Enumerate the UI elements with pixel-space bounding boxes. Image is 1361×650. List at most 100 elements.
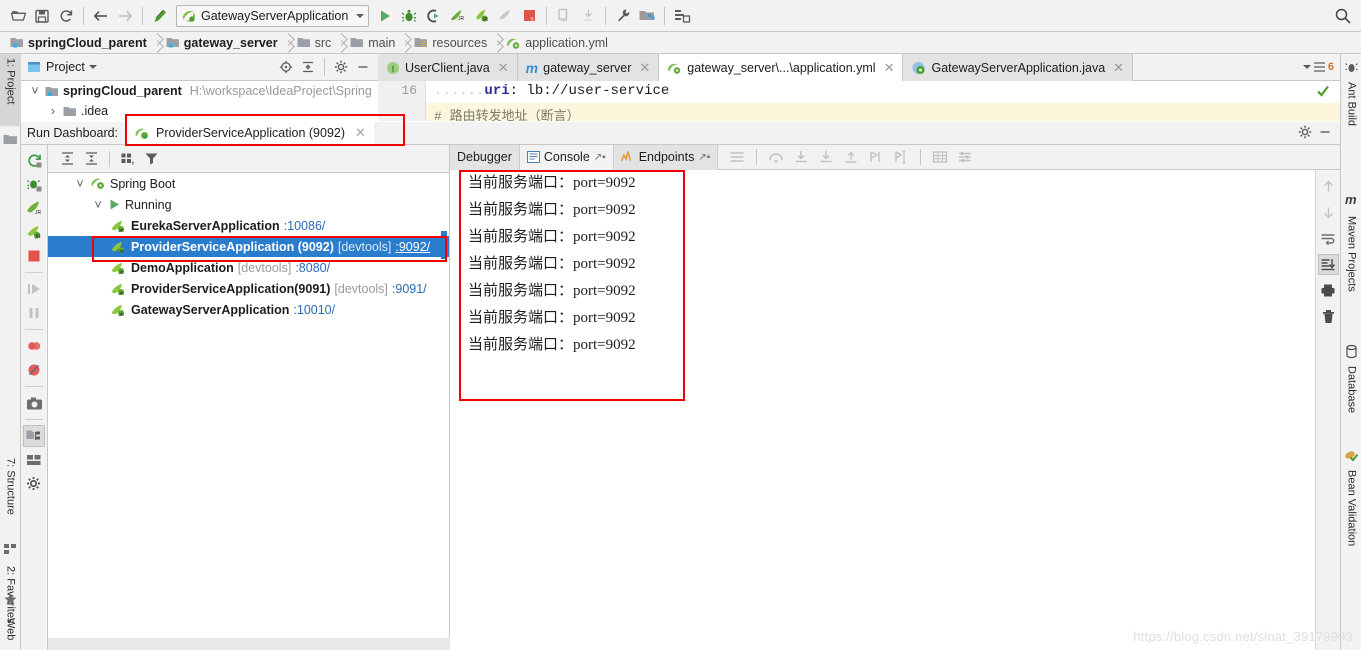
mute-breakpoints-icon[interactable] [23,335,45,357]
force-step-into-icon[interactable] [815,146,837,168]
tree-row-providerserviceapplication-9091[interactable]: JR ProviderServiceApplication(9091) [dev… [48,278,449,299]
run-configuration-selector[interactable]: GatewayServerApplication [176,4,370,27]
breadcrumb-item-src[interactable]: src [293,32,338,54]
step-into-icon[interactable] [790,146,812,168]
search-icon[interactable] [1331,4,1355,28]
detach-arrow-icon[interactable]: ↗▪ [594,152,606,163]
collapse-all-icon[interactable] [297,56,319,78]
sidebar-item-maven-projects[interactable]: Maven Projects [1341,212,1361,312]
debug-junit-icon[interactable]: JR [469,4,493,28]
breadcrumb-item-main[interactable]: main [346,32,401,54]
tab-debugger[interactable]: Debugger [450,144,520,170]
gear-icon[interactable] [1298,125,1312,142]
run-tree-scrollbar[interactable] [441,173,448,650]
tree-row-providerserviceapplication-9092[interactable]: JR ProviderServiceApplication (9092) [de… [48,236,449,257]
breadcrumb-item-gateway-server[interactable]: gateway_server [162,32,284,54]
stop-red-icon[interactable]: s [517,4,541,28]
tree-row-gatewayserverapplication[interactable]: JR GatewayServerApplication :10010/ [48,299,449,320]
close-icon[interactable]: ✕ [355,125,366,141]
run-with-coverage-icon[interactable] [421,4,445,28]
tree-row-eurekaserverapplication[interactable]: JR EurekaServerApplication :10086/ [48,215,449,236]
tree-row-demoapplication[interactable]: JR DemoApplication [devtools] :8080/ [48,257,449,278]
editor-tab-application-yml[interactable]: gateway_server\...\application.yml ✕ [659,54,904,81]
close-icon[interactable]: ✕ [639,60,650,76]
settings-wrench-icon[interactable] [611,4,635,28]
step-over-icon[interactable] [765,146,787,168]
layout-icon[interactable] [23,449,45,471]
sidebar-item-ant-build[interactable]: Ant Build [1341,78,1361,144]
up-arrow-icon[interactable] [1318,176,1339,197]
update-app-icon[interactable] [552,4,576,28]
close-icon[interactable]: ✕ [884,60,895,76]
tree-node-url[interactable]: :9091/ [392,282,427,296]
wrap-lines-icon[interactable] [726,146,748,168]
hide-icon[interactable] [352,56,374,78]
editor-tab-gateway-server[interactable]: m gateway_server ✕ [517,54,660,81]
run-junit-icon[interactable]: JR [445,4,469,28]
resume-icon[interactable] [23,278,45,300]
tree-row-idea[interactable]: › .idea [21,101,378,121]
filter-icon[interactable] [141,148,163,170]
run-spring-icon[interactable]: JR [23,197,45,219]
down-arrow-icon[interactable] [1318,202,1339,223]
scrollbar-thumb[interactable] [441,231,447,259]
chevron-down-icon[interactable] [356,13,365,18]
menu-icon[interactable] [1313,61,1326,73]
trash-icon[interactable] [1318,306,1339,327]
tree-row-springcloud-parent[interactable]: ˅ springCloud_parent H:\workspace\IdeaPr… [21,81,378,101]
sidebar-item-web[interactable]: Web [0,614,21,650]
tree-node-url[interactable]: :10010/ [293,303,335,317]
settings-gear-icon[interactable] [23,473,45,495]
show-services-tree-icon[interactable] [23,425,45,447]
breadcrumb-item-application-yml[interactable]: application.yml [502,32,614,54]
locate-icon[interactable] [275,56,297,78]
chevron-down-icon[interactable]: ˅ [92,198,104,212]
breadcrumb-item-resources[interactable]: resources [410,32,493,54]
save-all-icon[interactable] [30,4,54,28]
close-icon[interactable]: ✕ [498,60,509,76]
expand-all-icon[interactable] [56,148,78,170]
view-as-table-icon[interactable] [929,146,951,168]
chevron-down-icon[interactable]: ˅ [74,177,86,191]
forward-icon[interactable] [113,4,137,28]
tree-node-url[interactable]: :8080/ [295,261,330,275]
project-tree[interactable]: ˅ springCloud_parent H:\workspace\IdeaPr… [21,81,378,122]
tab-endpoints[interactable]: Endpoints ↗▪ [613,144,719,170]
profile-icon[interactable] [493,4,517,28]
ok-check-icon[interactable] [1316,84,1330,102]
gear-icon[interactable] [330,56,352,78]
debug-icon[interactable] [23,173,45,195]
step-out-icon[interactable] [840,146,862,168]
collapse-all-icon[interactable] [80,148,102,170]
run-to-cursor-icon[interactable] [865,146,887,168]
run-dashboard-tab[interactable]: ProviderServiceApplication (9092) ✕ [126,121,374,145]
editor-code-view[interactable]: 16 ......uri: lb://user-service # 路由转发地址… [378,81,1340,121]
debug-spring-icon[interactable]: JR [23,221,45,243]
evaluate-icon[interactable] [890,146,912,168]
project-structure-icon[interactable] [635,4,659,28]
soft-wrap-icon[interactable] [1318,228,1339,249]
stop-icon[interactable] [23,245,45,267]
run-icon[interactable] [373,4,397,28]
sidebar-item-database[interactable]: Database [1341,362,1361,432]
chevron-down-icon[interactable]: ˅ [29,84,41,98]
camera-icon[interactable] [23,392,45,414]
hide-icon[interactable] [1318,125,1332,142]
run-dashboard-tree[interactable]: ˅ Spring Boot ˅ Running JR EurekaServerA… [48,173,450,650]
sync-settings-icon[interactable] [670,4,694,28]
editor-tab-userclient[interactable]: I UserClient.java ✕ [378,54,518,81]
settings-list-icon[interactable] [954,146,976,168]
chevron-right-icon[interactable]: › [47,104,59,118]
build-icon[interactable] [148,4,172,28]
console-output[interactable]: 当前服务端口：port=9092 当前服务端口：port=9092 当前服务端口… [450,170,1315,650]
tab-console[interactable]: Console ↗▪ [519,144,614,170]
tree-node-url[interactable]: :10086/ [284,219,326,233]
editor-tab-gatewayserverapplication[interactable]: GatewayServerApplication.java ✕ [903,54,1134,81]
sidebar-item-bean-validation[interactable]: Bean Validation [1341,466,1361,566]
scroll-to-end-icon[interactable] [1317,254,1339,275]
rerun-icon[interactable] [23,149,45,171]
sync-icon[interactable] [54,4,78,28]
group-icon[interactable] [117,148,139,170]
print-icon[interactable] [1318,280,1339,301]
view-breakpoints-icon[interactable] [23,359,45,381]
